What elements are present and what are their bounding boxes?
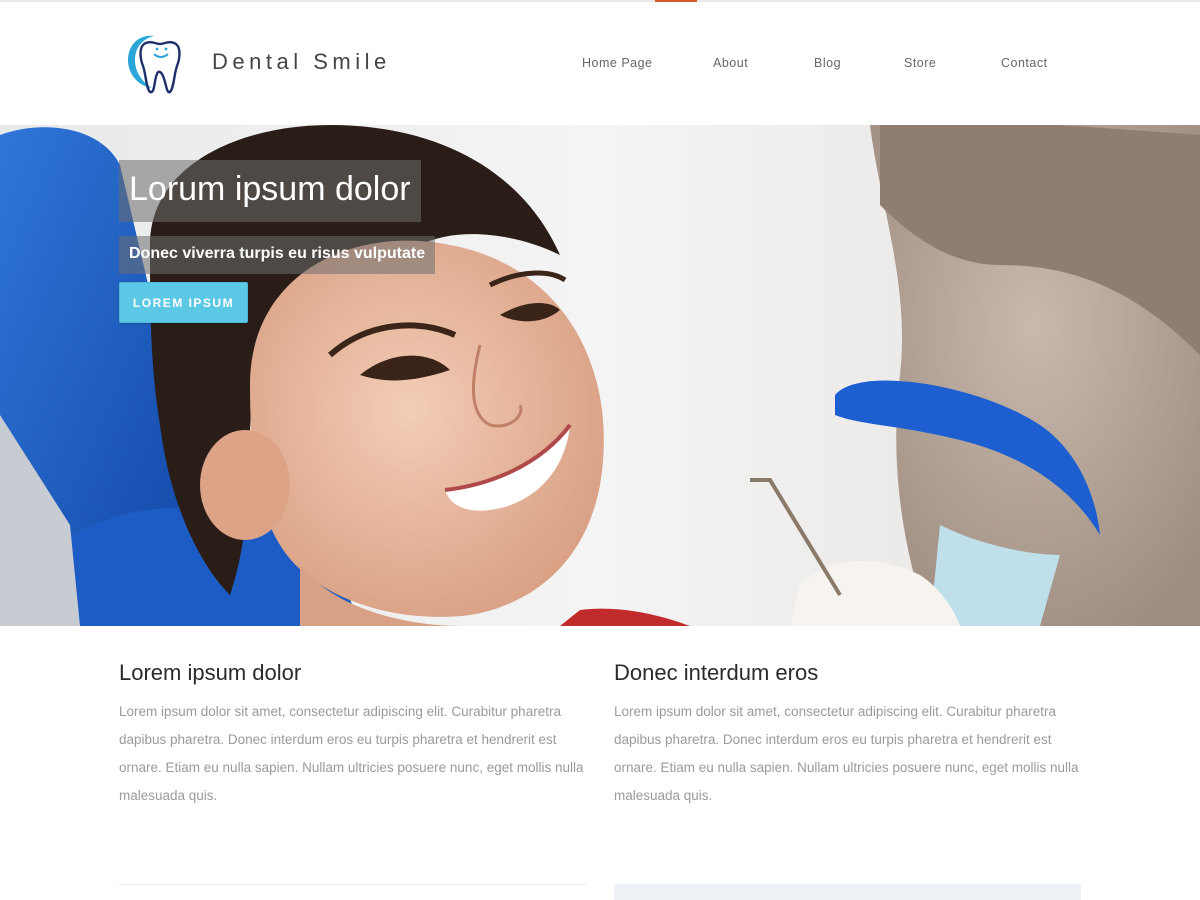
hero-banner: Lorum ipsum dolor Donec viverra turpis e… xyxy=(0,125,1200,626)
column-heading: Lorem ipsum dolor xyxy=(119,660,302,685)
hero-subtitle: Donec viverra turpis eu risus vulputate xyxy=(119,236,436,274)
column-body: Lorem ipsum dolor sit amet, consectetur … xyxy=(119,704,584,803)
content-column-right: Donec interdum eros Lorem ipsum dolor si… xyxy=(614,660,1084,810)
divider xyxy=(119,884,586,885)
nav-store[interactable]: Store xyxy=(904,56,936,70)
nav-contact[interactable]: Contact xyxy=(1001,56,1048,70)
nav-blog[interactable]: Blog xyxy=(814,56,841,70)
nav-home-page[interactable]: Home Page xyxy=(582,56,653,70)
divider xyxy=(614,884,1081,900)
hero-title: Lorum ipsum dolor xyxy=(119,160,421,222)
column-body: Lorem ipsum dolor sit amet, consectetur … xyxy=(614,704,1079,803)
content-column-left: Lorem ipsum dolor Lorem ipsum dolor sit … xyxy=(119,660,589,810)
column-heading: Donec interdum eros xyxy=(614,660,819,685)
nav-about[interactable]: About xyxy=(713,56,748,70)
main-nav: Home Page About Blog Store Contact xyxy=(0,56,1200,76)
hero-cta-button[interactable]: LOREM IPSUM xyxy=(119,282,248,323)
site-header: Dental Smile Home Page About Blog Store … xyxy=(0,2,1200,125)
